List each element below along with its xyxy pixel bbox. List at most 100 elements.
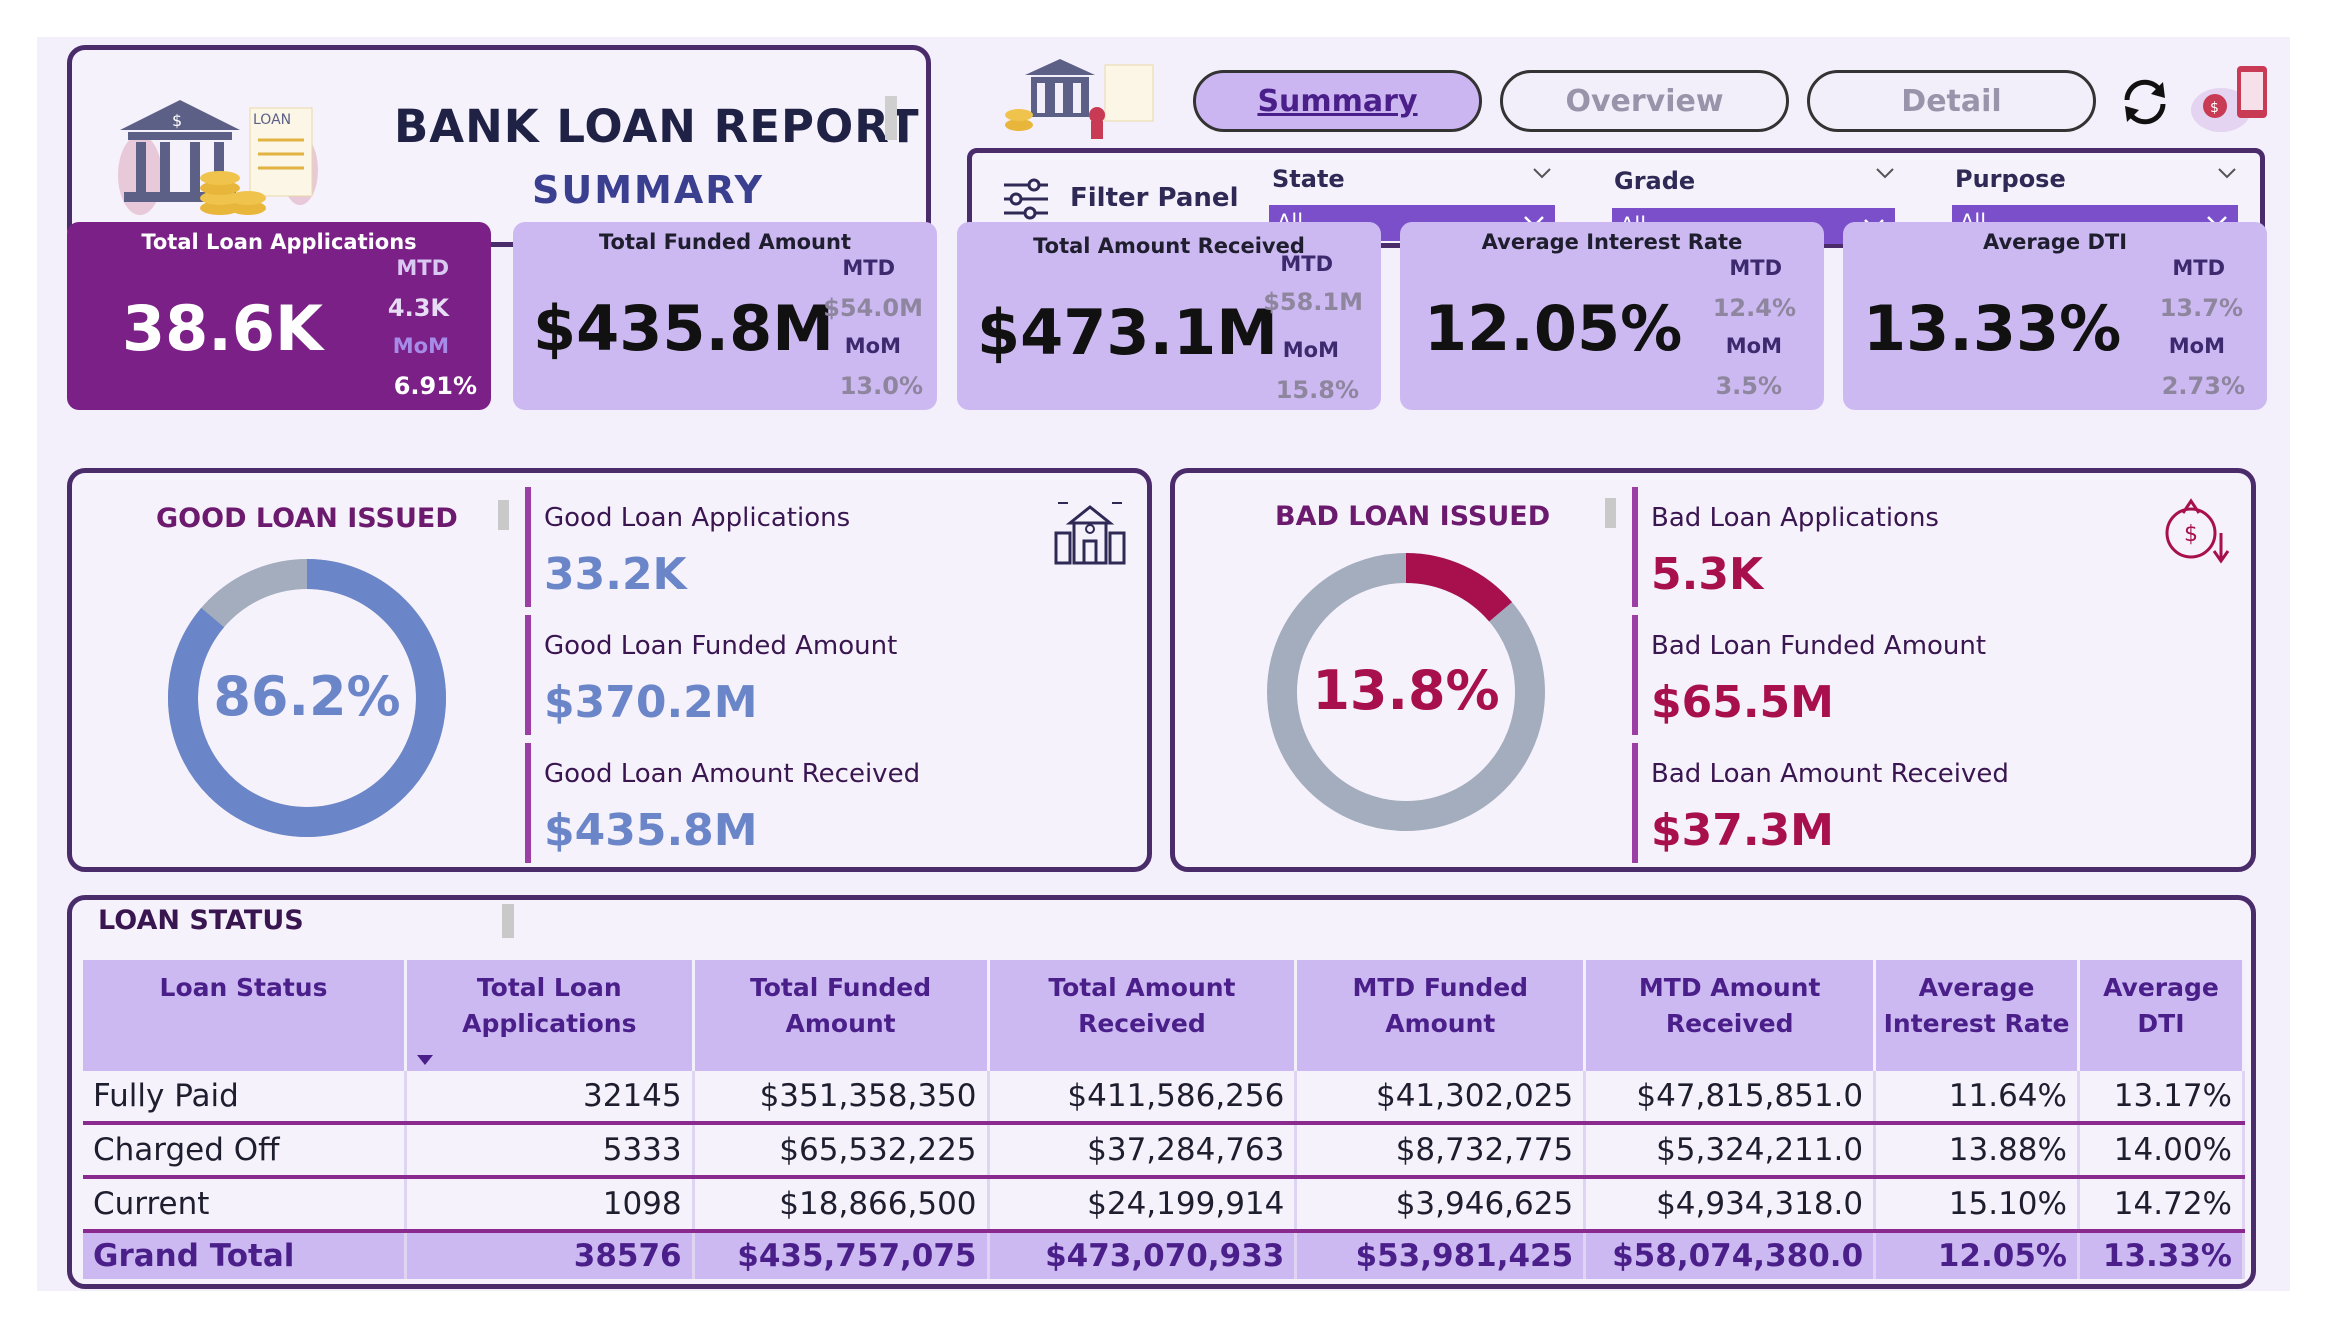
- bad-loan-applications-label: Bad Loan Applications: [1651, 503, 1939, 533]
- table-row[interactable]: Fully Paid 32145 $351,358,350 $411,586,2…: [83, 1071, 2246, 1125]
- bad-loan-received-label: Bad Loan Amount Received: [1651, 759, 2009, 789]
- cell: 11.64%: [1874, 1071, 2080, 1125]
- cell: 38576: [405, 1231, 695, 1279]
- cell: $65,532,225: [693, 1123, 990, 1179]
- cell: $24,199,914: [988, 1177, 1298, 1233]
- good-loan-applications-value: 33.2K: [544, 549, 687, 600]
- col-header[interactable]: Average DTI: [2078, 960, 2246, 1071]
- house-city-icon: [1054, 502, 1126, 565]
- chevron-down-icon[interactable]: [2217, 167, 2237, 181]
- kpi-title: Total Loan Applications: [141, 230, 417, 254]
- good-loan-applications-label: Good Loan Applications: [544, 503, 851, 533]
- money-phone-icon: $: [2191, 66, 2267, 132]
- metric-divider: [525, 487, 531, 607]
- kpi-mtd-label: MTD: [1729, 256, 1782, 280]
- title-card: $ LOAN BANK LOAN REPORT SUMMARY: [67, 45, 931, 247]
- cell: 32145: [405, 1071, 695, 1125]
- svg-text:$: $: [172, 111, 182, 130]
- cell: 5333: [405, 1123, 695, 1179]
- kpi-mtd-value: 12.4%: [1712, 294, 1796, 322]
- col-header-label: Total Loan Applications: [462, 973, 637, 1038]
- chevron-down-icon[interactable]: [1875, 167, 1895, 181]
- kpi-title: Total Funded Amount: [599, 230, 851, 254]
- metric-divider: [1632, 487, 1638, 607]
- kpi-mom-value: 15.8%: [1275, 376, 1359, 404]
- cell: $351,358,350: [693, 1071, 990, 1125]
- filter-panel-label: Filter Panel: [1070, 183, 1239, 213]
- cell: $58,074,380.0: [1584, 1231, 1877, 1279]
- tab-overview[interactable]: Overview: [1500, 70, 1789, 132]
- kpi-value: $435.8M: [533, 292, 834, 365]
- tab-summary[interactable]: Summary: [1193, 70, 1482, 132]
- good-loan-card: GOOD LOAN ISSUED 86.2% Good Loan Applica…: [67, 468, 1152, 872]
- col-header[interactable]: MTD Funded Amount: [1295, 960, 1587, 1071]
- col-header[interactable]: Total Amount Received: [988, 960, 1298, 1071]
- table-row[interactable]: Current 1098 $18,866,500 $24,199,914 $3,…: [83, 1177, 2246, 1233]
- slicer-state-title: State: [1272, 165, 1345, 193]
- cell: 13.33%: [2078, 1231, 2246, 1279]
- bad-loan-card: BAD LOAN ISSUED 13.8% Bad Loan Applicati…: [1170, 468, 2256, 872]
- kpi-mom-label: MoM: [1282, 338, 1339, 362]
- visual-scroll-handle[interactable]: [885, 96, 897, 140]
- table-total-row[interactable]: Grand Total 38576 $435,757,075 $473,070,…: [83, 1231, 2246, 1279]
- col-header[interactable]: Total Funded Amount: [693, 960, 990, 1071]
- kpi-value: 13.33%: [1863, 292, 2122, 365]
- kpi-mtd-value: $54.0M: [823, 294, 923, 322]
- col-header[interactable]: Loan Status: [83, 960, 407, 1071]
- visual-scroll-handle[interactable]: [498, 500, 509, 530]
- table-row[interactable]: Charged Off 5333 $65,532,225 $37,284,763…: [83, 1123, 2246, 1179]
- cell: 15.10%: [1874, 1177, 2080, 1233]
- cell: $473,070,933: [988, 1231, 1298, 1279]
- bad-loan-received-value: $37.3M: [1651, 805, 1834, 856]
- kpi-mtd-value: 4.3K: [387, 294, 449, 322]
- page-title: BANK LOAN REPORT: [394, 100, 920, 153]
- kpi-title: Average DTI: [1982, 230, 2128, 254]
- kpi-mom-label: MoM: [844, 334, 901, 358]
- bad-loan-applications-value: 5.3K: [1651, 549, 1764, 600]
- good-loan-funded-label: Good Loan Funded Amount: [544, 631, 898, 661]
- bad-loan-funded-value: $65.5M: [1651, 677, 1834, 728]
- cell: $8,732,775: [1295, 1123, 1587, 1179]
- col-header[interactable]: MTD Amount Received: [1584, 960, 1877, 1071]
- cell: $411,586,256: [988, 1071, 1298, 1125]
- cell: 13.17%: [2078, 1071, 2246, 1125]
- loan-status-table: Loan Status Total Loan Applications Tota…: [83, 960, 2246, 1279]
- col-header[interactable]: Total Loan Applications: [405, 960, 695, 1071]
- bad-loan-pct: 13.8%: [1312, 659, 1500, 722]
- cell: $5,324,211.0: [1584, 1123, 1877, 1179]
- cell: $18,866,500: [693, 1177, 990, 1233]
- bank-nav-icon: [1005, 59, 1154, 139]
- metric-divider: [1632, 615, 1638, 735]
- kpi-mtd-value: $58.1M: [1263, 288, 1363, 316]
- kpi-mtd-value: 13.7%: [2159, 294, 2243, 322]
- kpi-mtd-label: MTD: [842, 256, 895, 280]
- cell: 1098: [405, 1177, 695, 1233]
- kpi-mtd-label: MTD: [2172, 256, 2225, 280]
- kpi-mom-label: MoM: [1725, 334, 1782, 358]
- table-header-row: Loan Status Total Loan Applications Tota…: [83, 960, 2246, 1071]
- cell: 12.05%: [1874, 1231, 2080, 1279]
- good-loan-funded-value: $370.2M: [544, 677, 758, 728]
- visual-scroll-handle[interactable]: [502, 904, 514, 938]
- refresh-icon[interactable]: [2117, 74, 2173, 130]
- cell: $435,757,075: [693, 1231, 990, 1279]
- chevron-down-icon[interactable]: [1532, 167, 1552, 181]
- col-header[interactable]: Average Interest Rate: [1874, 960, 2080, 1071]
- svg-text:$: $: [2184, 522, 2198, 547]
- kpi-mom-value: 13.0%: [839, 372, 923, 400]
- kpi-mom-value: 6.91%: [393, 372, 477, 400]
- kpi-total-amount-received: Total Amount Received $473.1M MTD $58.1M…: [957, 222, 1381, 410]
- kpi-mom-label: MoM: [392, 334, 449, 358]
- tab-detail[interactable]: Detail: [1807, 70, 2096, 132]
- kpi-total-loan-applications: Total Loan Applications 38.6K MTD 4.3K M…: [67, 222, 491, 410]
- page-subtitle: SUMMARY: [532, 168, 764, 212]
- cell: $37,284,763: [988, 1123, 1298, 1179]
- kpi-mom-value: 2.73%: [2161, 372, 2245, 400]
- bad-loan-funded-label: Bad Loan Funded Amount: [1651, 631, 1987, 661]
- kpi-total-funded-amount: Total Funded Amount $435.8M MTD $54.0M M…: [513, 222, 937, 410]
- good-loan-pct: 86.2%: [213, 665, 401, 728]
- sort-down-icon[interactable]: [416, 1055, 433, 1065]
- cell: $53,981,425: [1295, 1231, 1587, 1279]
- visual-scroll-handle[interactable]: [1605, 498, 1616, 528]
- kpi-mom-label: MoM: [2168, 334, 2225, 358]
